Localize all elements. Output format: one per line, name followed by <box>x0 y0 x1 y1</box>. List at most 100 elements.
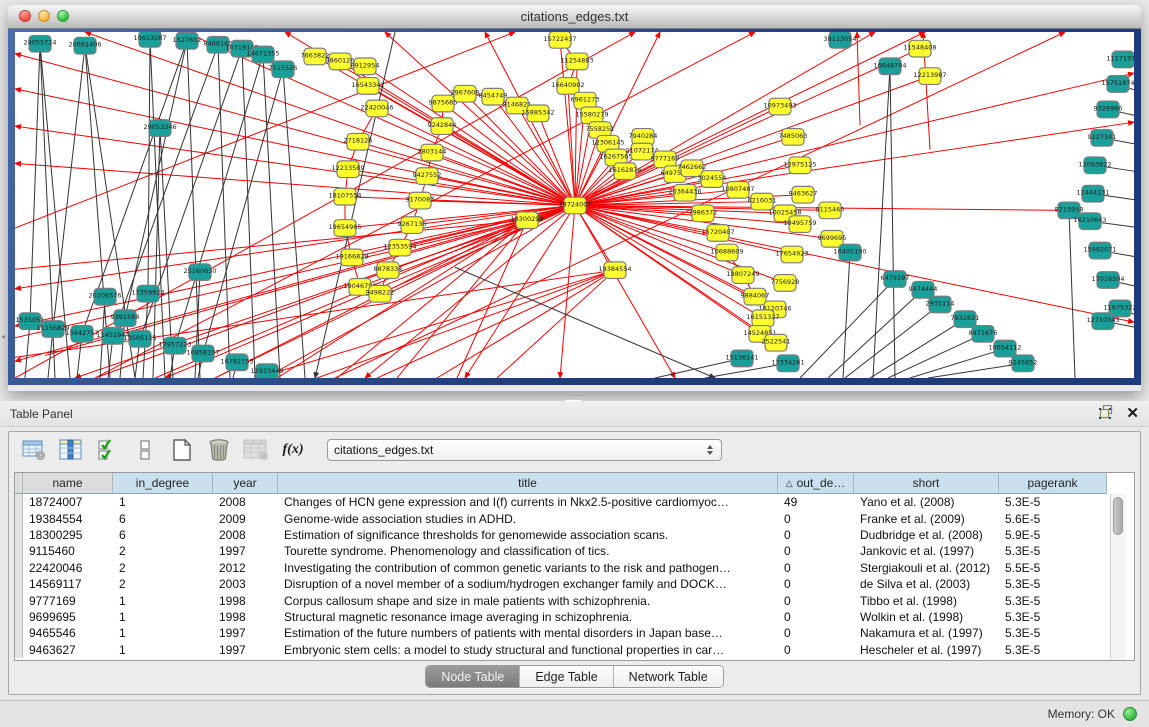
citation-edge[interactable] <box>187 41 200 378</box>
table-cell[interactable]: Estimation of the future numbers of pati… <box>278 626 778 640</box>
citation-edge[interactable] <box>15 163 575 205</box>
table-cell[interactable]: 1 <box>113 594 213 608</box>
new-table-icon[interactable] <box>169 437 195 463</box>
select-column-icon[interactable] <box>58 437 84 463</box>
table-cell[interactable]: Estimation of significance thresholds fo… <box>278 528 778 542</box>
table-cell[interactable]: 22420046 <box>23 561 113 575</box>
citation-edge[interactable] <box>457 220 527 378</box>
table-cell[interactable]: 0 <box>778 512 854 526</box>
zoom-window-button[interactable] <box>57 10 69 22</box>
table-cell[interactable]: 0 <box>778 544 854 558</box>
table-settings-icon[interactable] <box>21 437 47 463</box>
table-row[interactable]: 946362711997Embryonic stem cells: a mode… <box>15 642 1134 658</box>
table-cell[interactable]: 49 <box>778 495 854 509</box>
citation-edge[interactable] <box>497 270 615 378</box>
citation-edge[interactable] <box>873 66 890 378</box>
unselect-all-icon[interactable] <box>132 437 158 463</box>
table-cell[interactable]: Stergiakouli et al. (2012) <box>854 561 999 575</box>
table-cell[interactable]: 1998 <box>213 610 278 624</box>
table-cell[interactable]: 2 <box>113 577 213 591</box>
table-cell[interactable]: Yano et al. (2008) <box>854 495 999 509</box>
table-cell[interactable]: 5.3E-5 <box>999 495 1107 509</box>
table-row[interactable]: 1456911722003Disruption of a novel membe… <box>15 576 1134 592</box>
table-cell[interactable]: 5.3E-5 <box>999 544 1107 558</box>
column-header-year[interactable]: year <box>213 473 278 494</box>
table-cell[interactable]: 1997 <box>213 544 278 558</box>
table-cell[interactable]: Nakamura et al. (1997) <box>854 626 999 640</box>
table-cell[interactable]: 18300295 <box>23 528 113 542</box>
column-header-name[interactable]: name <box>23 473 113 494</box>
table-cell[interactable]: 14569117 <box>23 577 113 591</box>
table-cell[interactable]: 1 <box>113 626 213 640</box>
citation-edge[interactable] <box>148 39 150 294</box>
tab-edge-table[interactable]: Edge Table <box>519 666 612 687</box>
table-row[interactable]: 977716911998Corpus callosum shape and si… <box>15 592 1134 608</box>
citation-edge[interactable] <box>845 304 940 378</box>
citation-edge[interactable] <box>263 55 280 378</box>
table-cell[interactable]: 1 <box>113 495 213 509</box>
table-cell[interactable]: Genome-wide association studies in ADHD. <box>278 512 778 526</box>
citation-edge[interactable] <box>377 108 575 205</box>
table-cell[interactable]: Tibbo et al. (1998) <box>854 594 999 608</box>
table-cell[interactable]: Jankovic et al. (1997) <box>854 544 999 558</box>
column-header-outde[interactable]: △out_de… <box>778 473 854 494</box>
table-cell[interactable]: Hescheler et al. (1997) <box>854 643 999 657</box>
column-header-short[interactable]: short <box>854 473 999 494</box>
table-cell[interactable]: 5.3E-5 <box>999 594 1107 608</box>
table-cell[interactable]: 5.3E-5 <box>999 577 1107 591</box>
network-window-titlebar[interactable]: citations_edges.txt <box>8 5 1141 29</box>
table-cell[interactable]: 6 <box>113 512 213 526</box>
tab-node-table[interactable]: Node Table <box>426 666 519 687</box>
column-header-title[interactable]: title <box>278 473 778 494</box>
table-cell[interactable]: 0 <box>778 626 854 640</box>
table-cell[interactable]: 5.5E-5 <box>999 561 1107 575</box>
table-cell[interactable]: 2012 <box>213 561 278 575</box>
table-row[interactable]: 969969511998Structural magnetic resonanc… <box>15 609 1134 625</box>
delete-table-icon[interactable] <box>206 437 232 463</box>
citation-edge[interactable] <box>30 44 40 321</box>
citation-edge[interactable] <box>113 45 218 336</box>
citation-edge[interactable] <box>443 104 575 206</box>
table-cell[interactable]: 18724007 <box>23 495 113 509</box>
table-cell[interactable]: 0 <box>778 610 854 624</box>
table-cell[interactable]: 9465546 <box>23 626 113 640</box>
column-header-indegree[interactable]: in_degree <box>113 473 213 494</box>
table-row[interactable]: 911546021997Tourette syndrome. Phenomeno… <box>15 543 1134 559</box>
table-cell[interactable]: 1997 <box>213 626 278 640</box>
table-cell[interactable]: 2 <box>113 544 213 558</box>
collapse-arrow-icon[interactable]: ◂ <box>1 332 5 341</box>
citation-edge[interactable] <box>337 220 527 378</box>
table-cell[interactable]: 5.3E-5 <box>999 626 1107 640</box>
table-cell[interactable]: 1 <box>113 610 213 624</box>
table-cell[interactable]: 0 <box>778 561 854 575</box>
table-cell[interactable]: 0 <box>778 577 854 591</box>
close-window-button[interactable] <box>19 10 31 22</box>
citation-graph[interactable]: 1872400718300295193845542242004627181261… <box>15 32 1134 378</box>
table-row[interactable]: 1830029562008Estimation of significance … <box>15 527 1134 543</box>
table-cell[interactable]: 2 <box>113 561 213 575</box>
citation-edge[interactable] <box>358 142 575 206</box>
table-cell[interactable]: 5.3E-5 <box>999 610 1107 624</box>
table-cell[interactable]: 6 <box>113 528 213 542</box>
table-cell[interactable]: Disruption of a novel member of a sodium… <box>278 577 778 591</box>
table-cell[interactable]: 9699695 <box>23 610 113 624</box>
citation-edge[interactable] <box>175 55 263 346</box>
close-panel-icon[interactable]: ✕ <box>1126 406 1139 421</box>
citation-edge[interactable] <box>15 32 635 378</box>
table-cell[interactable]: 5.3E-5 <box>999 643 1107 657</box>
select-all-icon[interactable] <box>95 437 121 463</box>
table-row[interactable]: 1938455462009Genome-wide association stu… <box>15 510 1134 526</box>
table-selector-dropdown[interactable]: citations_edges.txt <box>327 439 722 461</box>
scrollbar-thumb[interactable] <box>1113 497 1123 535</box>
vertical-scrollbar[interactable] <box>1110 494 1126 660</box>
citation-edge[interactable] <box>575 73 1134 205</box>
table-cell[interactable]: Wolkin et al. (1998) <box>854 610 999 624</box>
table-row[interactable]: 946554611997Estimation of the future num… <box>15 625 1134 641</box>
table-cell[interactable]: 0 <box>778 643 854 657</box>
citation-edge[interactable] <box>242 49 255 378</box>
table-cell[interactable]: de Silva et al. (2003) <box>854 577 999 591</box>
citation-edge[interactable] <box>53 46 85 329</box>
table-cell[interactable]: 2008 <box>213 495 278 509</box>
panel-splitter[interactable] <box>0 391 1149 401</box>
table-row[interactable]: 1872400712008Changes of HCN gene express… <box>15 494 1134 510</box>
